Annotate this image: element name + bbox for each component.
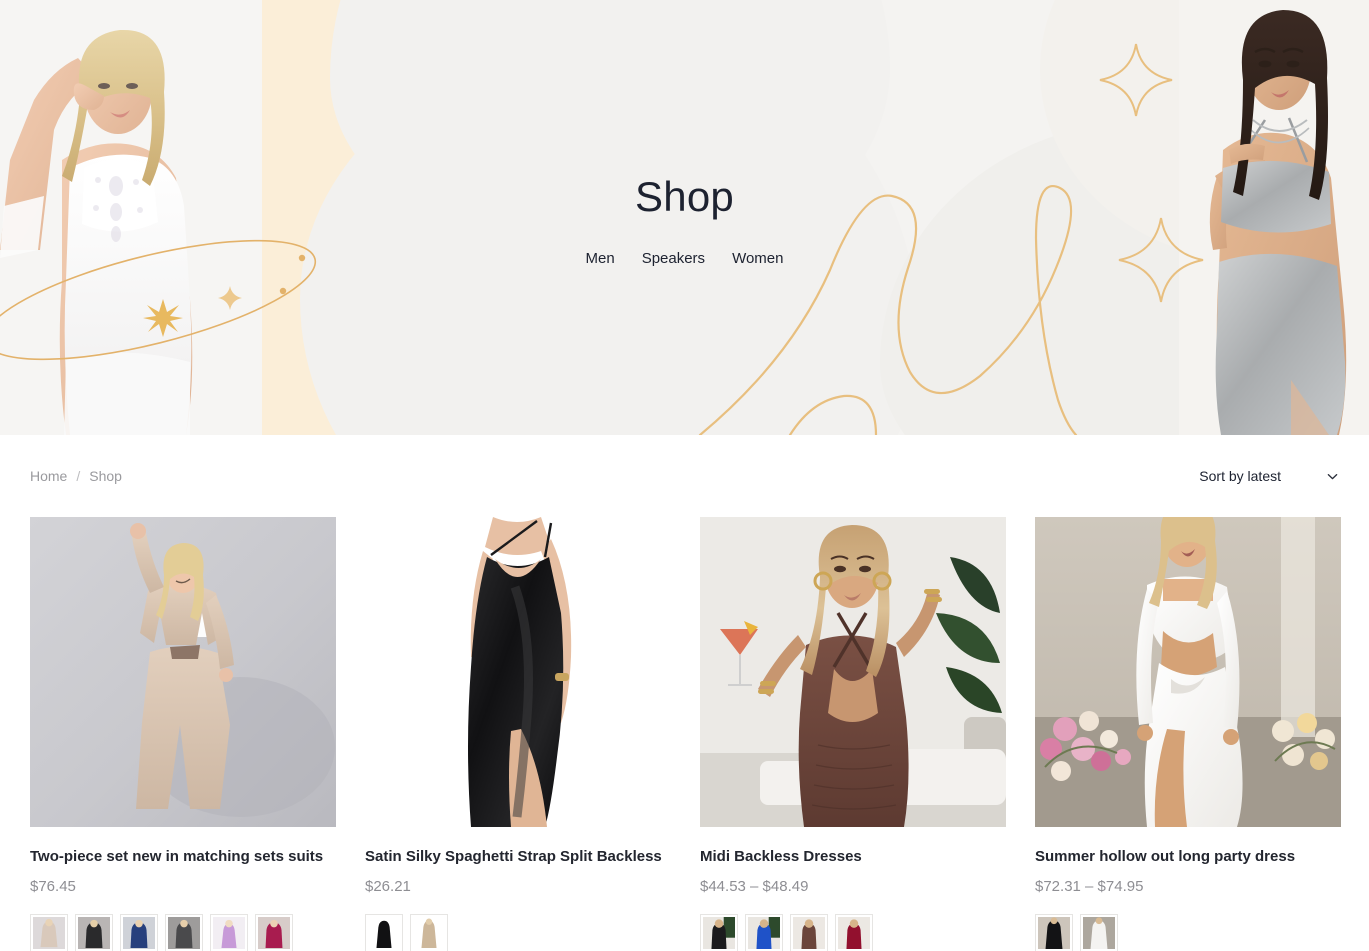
variation-swatch-blue[interactable]	[745, 913, 783, 951]
product-grid: Two-piece set new in matching sets suits…	[0, 517, 1369, 951]
product-title[interactable]: Satin Silky Spaghetti Strap Split Backle…	[365, 848, 671, 867]
variation-swatch-fuchsia[interactable]	[255, 913, 293, 951]
product-variation-swatches[interactable]	[365, 913, 671, 951]
hero-content: Shop Men Speakers Women	[0, 173, 1369, 268]
product-variation-swatches[interactable]	[700, 913, 1006, 951]
product-image[interactable]	[700, 517, 1006, 827]
variation-swatch-red[interactable]	[835, 913, 873, 951]
product-title[interactable]: Midi Backless Dresses	[700, 848, 1006, 867]
sort-dropdown-label: Sort by latest	[1199, 468, 1281, 484]
variation-swatch-lilac[interactable]	[210, 913, 248, 951]
product-image[interactable]	[365, 517, 671, 827]
variation-swatch-black[interactable]	[75, 913, 113, 951]
product-price: $72.31 – $74.95	[1035, 877, 1144, 895]
product-title[interactable]: Two-piece set new in matching sets suits	[30, 848, 336, 867]
product-price: $26.21	[365, 877, 411, 895]
variation-swatch-black[interactable]	[365, 913, 403, 951]
variation-swatch-beige[interactable]	[30, 913, 68, 951]
chevron-down-icon	[1326, 470, 1339, 483]
shop-toolbar: Home / Shop Sort by latest	[0, 435, 1369, 517]
product-title[interactable]: Summer hollow out long party dress	[1035, 848, 1341, 867]
hero-nav-item-women[interactable]: Women	[732, 250, 783, 267]
breadcrumb-home[interactable]: Home	[30, 468, 67, 484]
product-card[interactable]: Summer hollow out long party dress $72.3…	[1035, 517, 1341, 951]
variation-swatch-white[interactable]	[1080, 913, 1118, 951]
product-variation-swatches[interactable]	[1035, 913, 1341, 951]
product-variation-swatches[interactable]	[30, 913, 336, 951]
breadcrumb: Home / Shop	[30, 468, 122, 484]
variation-swatch-black[interactable]	[1035, 913, 1073, 951]
page-title: Shop	[635, 173, 734, 220]
product-card[interactable]: Midi Backless Dresses $44.53 – $48.49	[700, 517, 1006, 951]
variation-swatch-charcoal[interactable]	[165, 913, 203, 951]
product-price: $44.53 – $48.49	[700, 877, 809, 895]
variation-swatch-champagne[interactable]	[410, 913, 448, 951]
product-card[interactable]: Satin Silky Spaghetti Strap Split Backle…	[365, 517, 671, 951]
variation-swatch-navy[interactable]	[120, 913, 158, 951]
product-price: $76.45	[30, 877, 76, 895]
product-card[interactable]: Two-piece set new in matching sets suits…	[30, 517, 336, 951]
product-image[interactable]	[30, 517, 336, 827]
breadcrumb-current: Shop	[89, 468, 122, 484]
breadcrumb-separator: /	[76, 468, 81, 484]
variation-swatch-black[interactable]	[700, 913, 738, 951]
hero-nav-item-men[interactable]: Men	[586, 250, 615, 267]
sort-dropdown[interactable]: Sort by latest	[1199, 468, 1339, 484]
variation-swatch-brown[interactable]	[790, 913, 828, 951]
product-image[interactable]	[1035, 517, 1341, 827]
hero-banner: Shop Men Speakers Women	[0, 0, 1369, 435]
hero-nav-item-speakers[interactable]: Speakers	[642, 250, 705, 267]
hero-category-nav[interactable]: Men Speakers Women	[0, 250, 1369, 267]
